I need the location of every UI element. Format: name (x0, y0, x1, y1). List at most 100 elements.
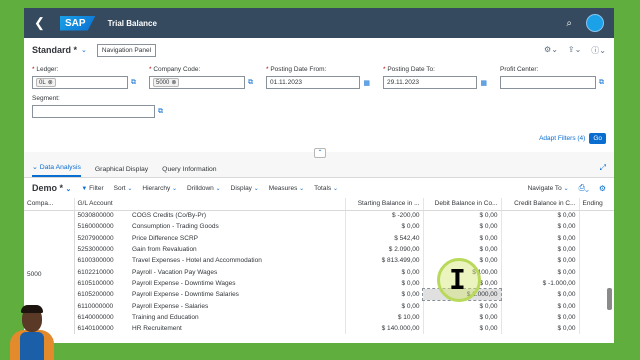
credit-balance-cell[interactable]: $ 0,00 (501, 322, 580, 335)
tab-query-information[interactable]: Query Information (162, 166, 216, 177)
gl-account-name[interactable]: Travel Expenses - Hotel and Accommodatio… (129, 255, 346, 267)
table-row[interactable]: 5160000000 Consumption - Trading Goods $ 0… (24, 221, 614, 233)
table-row[interactable]: 5000 5030800000 COGS Credits (Co/By-Pr) $ -… (24, 210, 614, 335)
table-row[interactable]: 5207900000 Price Difference SCRP $ 542,40 $… (24, 232, 614, 244)
navigate-to-button[interactable]: Navigate To ⌄ (528, 185, 569, 192)
settings-icon[interactable]: ⚙ (599, 184, 606, 193)
gl-account-name[interactable]: Consumption - Trading Goods (129, 221, 346, 233)
fullscreen-icon[interactable]: ⤢ (600, 163, 606, 173)
search-icon[interactable]: ⌕ (566, 18, 572, 29)
company-code-input[interactable]: 5000 ⊗ (149, 76, 245, 89)
gl-account-name[interactable]: Payroll Expense - Downtime Wages (129, 277, 346, 290)
ending-balance-cell[interactable] (579, 210, 614, 222)
gl-account-name[interactable]: HR Recruitement (129, 322, 346, 335)
starting-balance-cell[interactable]: $ 0,00 (344, 300, 424, 312)
user-avatar[interactable] (586, 14, 604, 32)
credit-balance-cell[interactable]: $ 0,00 (501, 311, 580, 323)
credit-balance-cell[interactable]: $ 0,00 (501, 232, 580, 244)
back-arrow-icon[interactable]: ❮ (34, 15, 54, 31)
ledger-input[interactable]: 0L ⊗ (32, 76, 128, 89)
settings-icon[interactable]: ⚙⌄ (544, 45, 558, 56)
starting-balance-cell[interactable]: $ 813.499,00 (344, 255, 424, 267)
col-debit-balance[interactable]: Debit Balance in Co... (423, 198, 502, 211)
col-company[interactable]: Compa... (24, 198, 75, 211)
gl-account-number[interactable]: 6102210000 (74, 266, 129, 277)
ending-balance-cell[interactable] (579, 221, 614, 233)
gl-account-name[interactable]: Gain from Revaluation (129, 243, 346, 256)
value-help-icon[interactable]: ⧉ (158, 108, 163, 116)
tab-graphical-display[interactable]: Graphical Display (95, 166, 148, 177)
debit-balance-cell[interactable]: $ 0,00 (423, 322, 502, 335)
gl-account-name[interactable]: Training and Education (129, 311, 346, 323)
ending-balance-cell[interactable] (579, 322, 614, 335)
starting-balance-cell[interactable]: $ 2.090,00 (344, 243, 424, 256)
value-help-icon[interactable]: ⧉ (599, 79, 604, 87)
navigation-panel-button[interactable]: Navigation Panel (96, 43, 157, 57)
export-icon[interactable]: ⎙⌄ (579, 183, 589, 193)
table-row[interactable]: 6105100000 Payroll Expense - Downtime Wag… (24, 277, 614, 290)
variant-name[interactable]: Standard * (32, 45, 77, 55)
more-icon[interactable]: ⓘ⌄ (591, 45, 606, 56)
tab-data-analysis[interactable]: ⌄ Data Analysis (32, 163, 81, 177)
sap-logo[interactable]: SAP (60, 15, 96, 31)
credit-balance-cell[interactable]: $ 0,00 (501, 255, 580, 267)
filter-button[interactable]: ▼ Filter (81, 185, 103, 192)
gl-account-name[interactable]: Payroll Expense - Downtime Salaries (129, 289, 346, 301)
starting-balance-cell[interactable]: $ 542,40 (344, 232, 424, 244)
gl-account-name[interactable]: Payroll Expense - Salaries (129, 300, 346, 312)
starting-balance-cell[interactable]: $ 10,00 (344, 311, 424, 323)
col-starting-balance[interactable]: Starting Balance in ... (345, 198, 424, 211)
hierarchy-button[interactable]: Hierarchy ⌄ (142, 185, 177, 192)
measures-button[interactable]: Measures ⌄ (269, 185, 304, 192)
col-gl-account[interactable]: G/L Account (74, 198, 346, 211)
starting-balance-cell[interactable]: $ 140.000,00 (344, 322, 424, 335)
share-icon[interactable]: ⇪⌄ (568, 45, 581, 56)
debit-balance-cell[interactable]: $ 0,00 (423, 210, 502, 222)
table-row[interactable]: 6110000000 Payroll Expense - Salaries $ 0,… (24, 300, 614, 312)
credit-balance-cell[interactable]: $ 0,00 (501, 243, 580, 256)
gl-account-number[interactable]: 6105100000 (74, 278, 129, 289)
credit-balance-cell[interactable]: $ 0,00 (501, 289, 580, 301)
debit-balance-cell[interactable]: $ 0,00 (423, 311, 502, 323)
debit-balance-cell[interactable]: $ 0,00 (423, 243, 502, 256)
ledger-token[interactable]: 0L ⊗ (36, 78, 56, 87)
ending-balance-cell[interactable] (579, 311, 614, 323)
credit-balance-cell[interactable]: $ 0,00 (501, 266, 580, 278)
credit-balance-cell[interactable]: $ -1.000,00 (501, 277, 580, 290)
drilldown-button[interactable]: Drilldown ⌄ (187, 185, 221, 192)
starting-balance-cell[interactable]: $ 0,00 (344, 221, 424, 233)
ending-balance-cell[interactable] (579, 232, 614, 244)
gl-account-name[interactable]: Payroll - Vacation Pay Wages (129, 266, 346, 278)
credit-balance-cell[interactable]: $ 0,00 (501, 221, 580, 233)
adapt-filters-link[interactable]: Adapt Filters (4) (539, 135, 585, 142)
view-variant[interactable]: Demo * ⌄ (32, 183, 71, 193)
starting-balance-cell[interactable]: $ 0,00 (344, 289, 424, 301)
credit-balance-cell[interactable]: $ 0,00 (501, 210, 580, 222)
calendar-icon[interactable]: ▦ (363, 79, 370, 87)
gl-account-number[interactable]: 5160000000 (74, 221, 129, 232)
gl-account-name[interactable]: COGS Credits (Co/By-Pr) (129, 210, 346, 222)
gl-account-number[interactable]: 6140100000 (74, 323, 129, 334)
gl-account-number[interactable]: 6110000000 (74, 300, 129, 311)
table-row[interactable]: 6100300000 Travel Expenses - Hotel and Ac… (24, 255, 614, 267)
table-row[interactable]: 6102210000 Payroll - Vacation Pay Wages $ … (24, 266, 614, 278)
col-ending[interactable]: Ending (579, 198, 614, 211)
starting-balance-cell[interactable]: $ -200,00 (344, 210, 424, 222)
ending-balance-cell[interactable] (579, 243, 614, 256)
vertical-scrollbar[interactable] (607, 288, 612, 310)
gl-account-number[interactable]: 5030800000 (74, 210, 129, 221)
col-credit-balance[interactable]: Credit Balance in C... (501, 198, 580, 211)
gl-account-number[interactable]: 6140000000 (74, 312, 129, 323)
debit-balance-cell[interactable]: $ 0,00 (423, 300, 502, 312)
gl-account-number[interactable]: 6105200000 (74, 289, 129, 300)
go-button[interactable]: Go (589, 133, 606, 144)
debit-balance-cell[interactable]: $ 0,00 (423, 221, 502, 233)
posting-date-to-input[interactable]: 29.11.2023 (383, 76, 478, 89)
starting-balance-cell[interactable]: $ 0,00 (344, 266, 424, 278)
credit-balance-cell[interactable]: $ 0,00 (501, 300, 580, 312)
ending-balance-cell[interactable] (579, 266, 614, 278)
chevron-down-icon[interactable]: ⌄ (81, 46, 87, 54)
debit-balance-cell[interactable]: $ 0,00 (423, 232, 502, 244)
company-code-token[interactable]: 5000 ⊗ (153, 78, 180, 87)
starting-balance-cell[interactable]: $ 0,00 (344, 277, 424, 290)
